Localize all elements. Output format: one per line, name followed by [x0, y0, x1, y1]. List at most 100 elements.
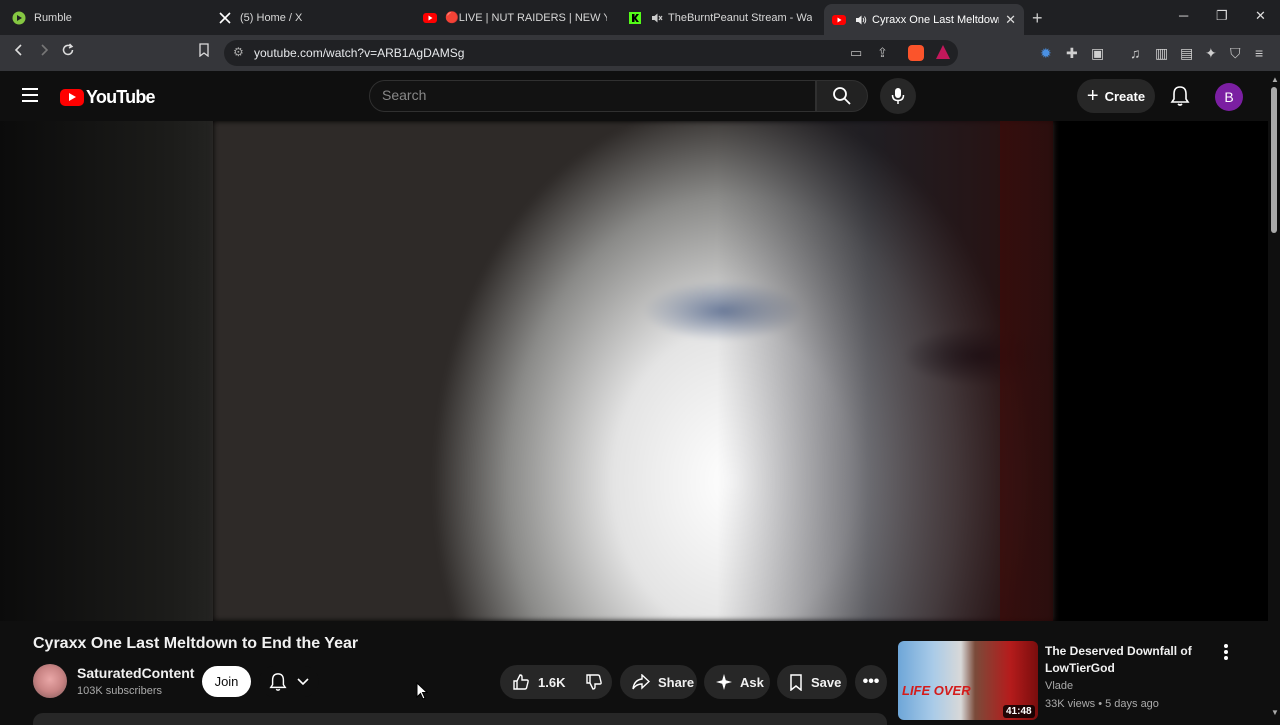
more-actions-button[interactable]: •••	[855, 665, 887, 699]
youtube-logo[interactable]: YouTube	[60, 87, 156, 108]
video-duration-badge: 41:48	[1003, 705, 1035, 718]
reload-icon[interactable]	[61, 43, 75, 61]
sparkle-icon	[716, 674, 732, 690]
bookmark-icon[interactable]	[198, 43, 210, 61]
tab-title: Cyraxx One Last Meltdown to	[872, 13, 999, 26]
dislike-button[interactable]	[575, 665, 615, 699]
share-button[interactable]: Share	[620, 665, 697, 699]
page-scrollbar[interactable]: ▲ ▼	[1268, 71, 1280, 720]
account-avatar[interactable]: B	[1215, 83, 1243, 111]
tab-burntpeanut-stream[interactable]: TheBurntPeanut Stream - Watch L	[620, 4, 820, 31]
like-button[interactable]: 1.6K	[500, 665, 575, 699]
scroll-down-arrow-icon[interactable]: ▼	[1271, 708, 1279, 717]
share-page-icon[interactable]: ⇪	[877, 45, 888, 61]
channel-name[interactable]: SaturatedContent	[77, 665, 194, 681]
menu-icon[interactable]: ≡	[1255, 45, 1263, 61]
search-button[interactable]	[816, 80, 868, 112]
brave-shields-icon[interactable]	[908, 45, 924, 61]
create-label: Create	[1104, 88, 1146, 104]
share-label: Share	[658, 674, 695, 690]
tab-title: Rumble	[34, 11, 72, 24]
forward-icon[interactable]	[37, 43, 51, 61]
guide-menu-icon[interactable]	[22, 88, 38, 106]
video-frame-glow	[1000, 121, 1060, 621]
notifications-bell-icon[interactable]	[1170, 85, 1190, 112]
thumbs-down-icon	[586, 674, 603, 690]
close-window-icon[interactable]: ✕	[1255, 8, 1266, 24]
join-button[interactable]: Join	[202, 666, 251, 697]
create-button[interactable]: + Create	[1077, 79, 1155, 113]
more-horizontal-icon: •••	[862, 673, 880, 690]
browser-tabstrip: Rumble (5) Home / X 🔴LIVE | NUT RAIDERS …	[0, 0, 1280, 35]
cast-icon[interactable]: ▭	[850, 45, 862, 61]
rumble-icon	[12, 11, 26, 25]
video-frame-left	[0, 121, 213, 621]
restore-icon[interactable]: ❐	[1216, 8, 1228, 24]
youtube-header: YouTube + Create B	[0, 71, 1268, 121]
like-dislike-group: 1.6K	[500, 665, 612, 699]
search-input[interactable]	[382, 87, 802, 103]
save-label: Save	[811, 674, 842, 690]
save-bookmark-icon	[790, 673, 802, 691]
thumbs-up-icon	[513, 674, 529, 690]
audio-playing-icon[interactable]	[854, 13, 868, 27]
bell-icon	[269, 672, 287, 691]
minimize-icon[interactable]: ─	[1179, 8, 1188, 23]
extension-icon[interactable]: ✹	[1040, 45, 1052, 62]
share-icon	[632, 674, 650, 690]
tab-title: (5) Home / X	[240, 11, 303, 24]
video-frame-shade	[213, 121, 1053, 621]
like-count: 1.6K	[538, 674, 566, 690]
youtube-icon	[832, 13, 846, 27]
youtube-play-icon	[60, 89, 84, 106]
address-bar[interactable]: ⚙ youtube.com/watch?v=ARB1AgDAMSg ▭ ⇪	[224, 40, 958, 66]
recommended-video-meta: 33K views • 5 days ago	[1045, 698, 1159, 710]
close-tab-icon[interactable]: ✕	[999, 12, 1016, 28]
subscription-notifications-button[interactable]	[259, 666, 319, 697]
tab-title: 🔴LIVE | NUT RAIDERS | NEW YEAR R	[445, 12, 607, 24]
youtube-icon	[423, 11, 437, 25]
browser-toolbar: ⚙ youtube.com/watch?v=ARB1AgDAMSg ▭ ⇪ ✹ …	[0, 35, 1280, 71]
media-controls-icon[interactable]: ♫	[1130, 45, 1141, 61]
wallet-icon[interactable]: ▤	[1180, 45, 1193, 62]
site-info-icon[interactable]: ⚙	[233, 45, 244, 59]
back-icon[interactable]	[12, 43, 26, 61]
recommended-video-channel[interactable]: Vlade	[1045, 680, 1073, 692]
recommended-video-title[interactable]: The Deserved Downfall of LowTierGod	[1045, 643, 1215, 677]
thumbnail-text: LIFE OVER	[902, 683, 971, 698]
more-vertical-icon[interactable]	[1224, 644, 1230, 662]
brave-rewards-icon[interactable]	[936, 45, 950, 59]
tab-x-home[interactable]: (5) Home / X	[210, 4, 414, 31]
microphone-icon	[891, 88, 905, 104]
screenshot-icon[interactable]: ▣	[1091, 45, 1104, 62]
subscriber-count: 103K subscribers	[77, 685, 162, 697]
tab-cyraxx-video[interactable]: Cyraxx One Last Meltdown to ✕	[824, 4, 1024, 35]
tab-live-nut-raiders[interactable]: 🔴LIVE | NUT RAIDERS | NEW YEAR R	[415, 4, 615, 31]
mouse-cursor-icon	[416, 682, 428, 700]
save-button[interactable]: Save	[777, 665, 847, 699]
extensions-puzzle-icon[interactable]: ✚	[1066, 45, 1078, 62]
tab-rumble[interactable]: Rumble	[4, 4, 208, 31]
logo-text: YouTube	[86, 87, 156, 107]
x-icon	[218, 11, 232, 25]
new-tab-button[interactable]: +	[1032, 8, 1043, 29]
plus-icon: +	[1086, 84, 1099, 107]
channel-avatar[interactable]	[33, 664, 67, 698]
ask-button[interactable]: Ask	[704, 665, 770, 699]
sidebar-icon[interactable]: ▥	[1155, 45, 1168, 62]
url-text: youtube.com/watch?v=ARB1AgDAMSg	[254, 46, 465, 60]
kick-icon	[628, 11, 642, 25]
scrollbar-thumb[interactable]	[1271, 87, 1277, 233]
muted-icon[interactable]	[650, 11, 664, 25]
video-player[interactable]	[0, 121, 1268, 621]
chevron-down-icon	[297, 677, 309, 685]
search-icon	[833, 87, 851, 105]
voice-search-button[interactable]	[880, 78, 916, 114]
vpn-icon[interactable]: ⛉	[1230, 45, 1241, 62]
scroll-up-arrow-icon[interactable]: ▲	[1271, 75, 1279, 84]
description-box[interactable]	[33, 713, 887, 725]
leo-ai-icon[interactable]: ✦	[1205, 45, 1217, 62]
search-box[interactable]	[369, 80, 816, 112]
tab-title: TheBurntPeanut Stream - Watch L	[668, 11, 812, 24]
video-title: Cyraxx One Last Meltdown to End the Year	[33, 635, 359, 652]
